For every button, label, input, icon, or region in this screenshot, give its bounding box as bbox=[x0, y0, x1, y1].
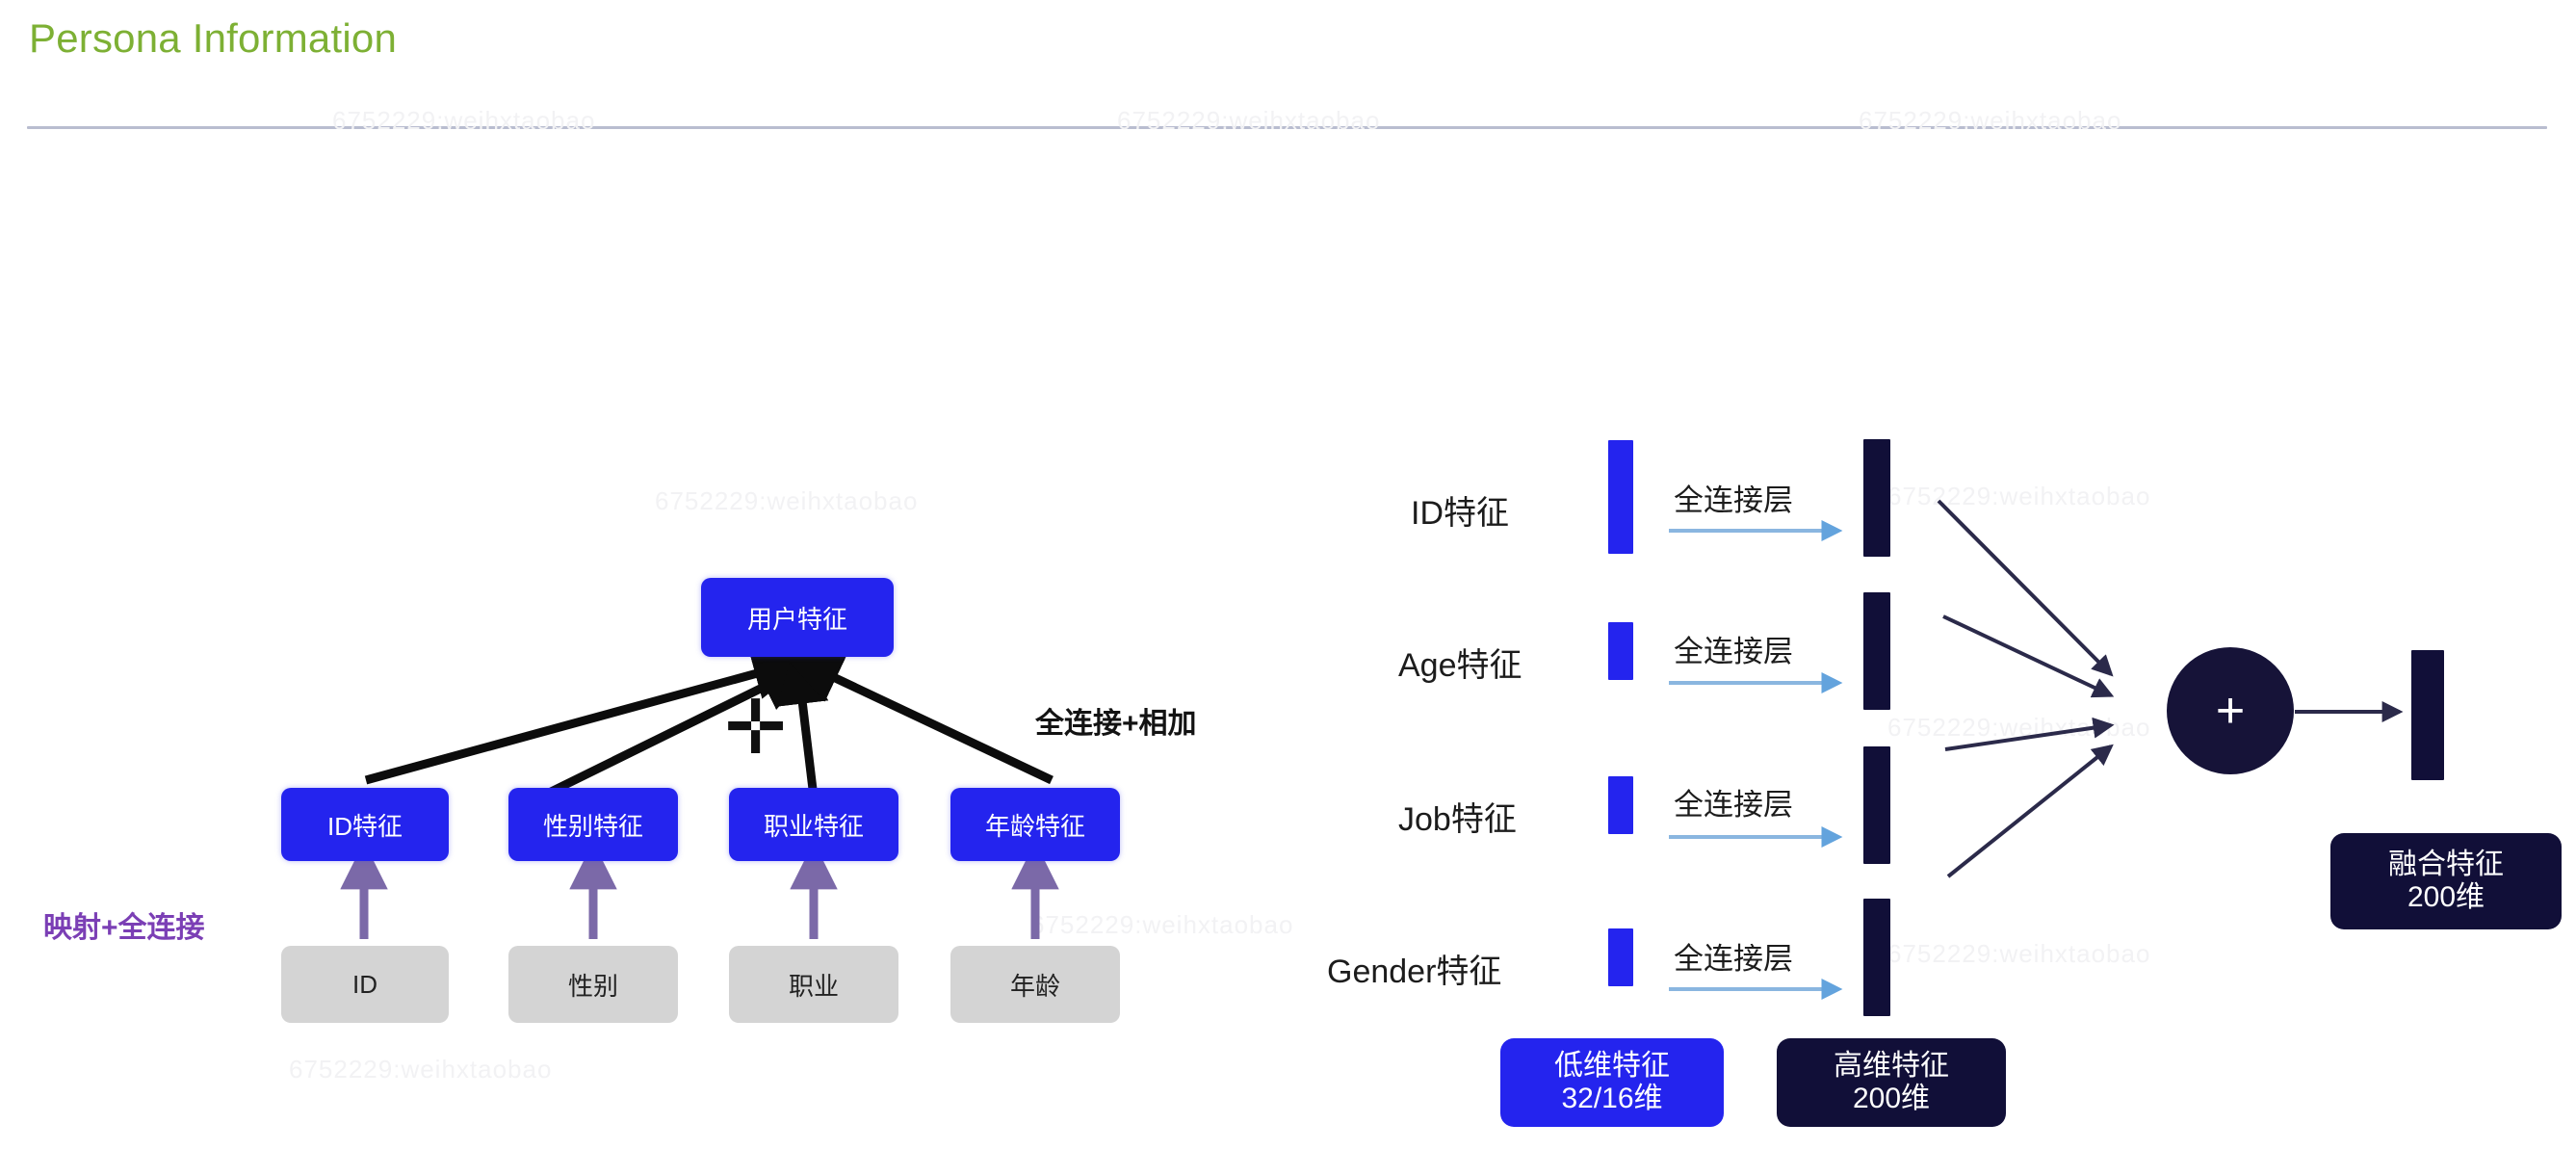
output-line2: 200维 bbox=[2407, 881, 2485, 913]
high-dim-bar-id bbox=[1863, 439, 1890, 557]
watermark: 6752229:weihxtaobao bbox=[1859, 106, 2122, 135]
plus-symbol: ✛ bbox=[724, 685, 788, 770]
row-label-gender-feature: Gender特征 bbox=[1327, 954, 1502, 990]
legend-high-dimension: 高维特征 200维 bbox=[1777, 1038, 2006, 1127]
annotation-mapping-fc: 映射+全连接 bbox=[43, 912, 205, 944]
op-label-fc-job: 全连接层 bbox=[1674, 788, 1793, 822]
watermark: 6752229:weihxtaobao bbox=[289, 1055, 553, 1084]
legend-high-dim-line1: 高维特征 bbox=[1834, 1050, 1949, 1083]
low-dim-bar-job bbox=[1608, 776, 1633, 834]
low-dim-bar-gender bbox=[1608, 928, 1633, 986]
output-bar-fused-feature bbox=[2411, 650, 2444, 780]
watermark: 6752229:weihxtaobao bbox=[332, 106, 596, 135]
header-divider bbox=[27, 126, 2547, 129]
node-feature-gender[interactable]: 性别特征 bbox=[508, 788, 678, 861]
watermark: 6752229:weihxtaobao bbox=[1887, 713, 2151, 742]
row-label-job-feature: Job特征 bbox=[1398, 801, 1517, 838]
sum-symbol: + bbox=[2215, 683, 2246, 739]
node-source-id[interactable]: ID bbox=[281, 946, 449, 1023]
op-label-fc-gender: 全连接层 bbox=[1674, 942, 1793, 976]
node-feature-job[interactable]: 职业特征 bbox=[729, 788, 898, 861]
low-dim-bar-id bbox=[1608, 440, 1633, 554]
high-dim-bar-age bbox=[1863, 592, 1890, 710]
watermark: 6752229:weihxtaobao bbox=[1030, 910, 1294, 939]
high-dim-bar-gender bbox=[1863, 899, 1890, 1016]
legend-high-dim-line2: 200维 bbox=[1852, 1083, 1931, 1114]
output-label-fused-feature: 融合特征 200维 bbox=[2330, 833, 2562, 929]
row-label-age-feature: Age特征 bbox=[1398, 647, 1522, 684]
high-dim-bar-job bbox=[1863, 746, 1890, 864]
node-user-feature[interactable]: 用户特征 bbox=[701, 578, 894, 657]
output-line1: 融合特征 bbox=[2388, 849, 2504, 881]
watermark: 6752229:weihxtaobao bbox=[655, 486, 919, 515]
low-dim-bar-age bbox=[1608, 622, 1633, 680]
node-source-job[interactable]: 职业 bbox=[729, 946, 898, 1023]
op-label-fc-id: 全连接层 bbox=[1674, 483, 1793, 517]
annotation-fully-connected-add: 全连接+相加 bbox=[1035, 708, 1197, 740]
node-feature-age[interactable]: 年龄特征 bbox=[950, 788, 1120, 861]
legend-low-dim-line2: 32/16维 bbox=[1561, 1083, 1663, 1114]
node-source-age[interactable]: 年龄 bbox=[950, 946, 1120, 1023]
op-label-fc-age: 全连接层 bbox=[1674, 635, 1793, 668]
slide-canvas: Persona Information 6752229:weihxtaobao … bbox=[0, 0, 2576, 1176]
sum-node[interactable]: + bbox=[2167, 647, 2294, 774]
watermark: 6752229:weihxtaobao bbox=[1887, 939, 2151, 968]
node-feature-id[interactable]: ID特征 bbox=[281, 788, 449, 861]
page-title: Persona Information bbox=[29, 15, 398, 61]
watermark: 6752229:weihxtaobao bbox=[1117, 106, 1381, 135]
row-label-id-feature: ID特征 bbox=[1411, 495, 1509, 532]
node-source-gender[interactable]: 性别 bbox=[508, 946, 678, 1023]
legend-low-dimension: 低维特征 32/16维 bbox=[1500, 1038, 1724, 1127]
watermark: 6752229:weihxtaobao bbox=[1887, 482, 2151, 510]
legend-low-dim-line1: 低维特征 bbox=[1554, 1050, 1670, 1083]
